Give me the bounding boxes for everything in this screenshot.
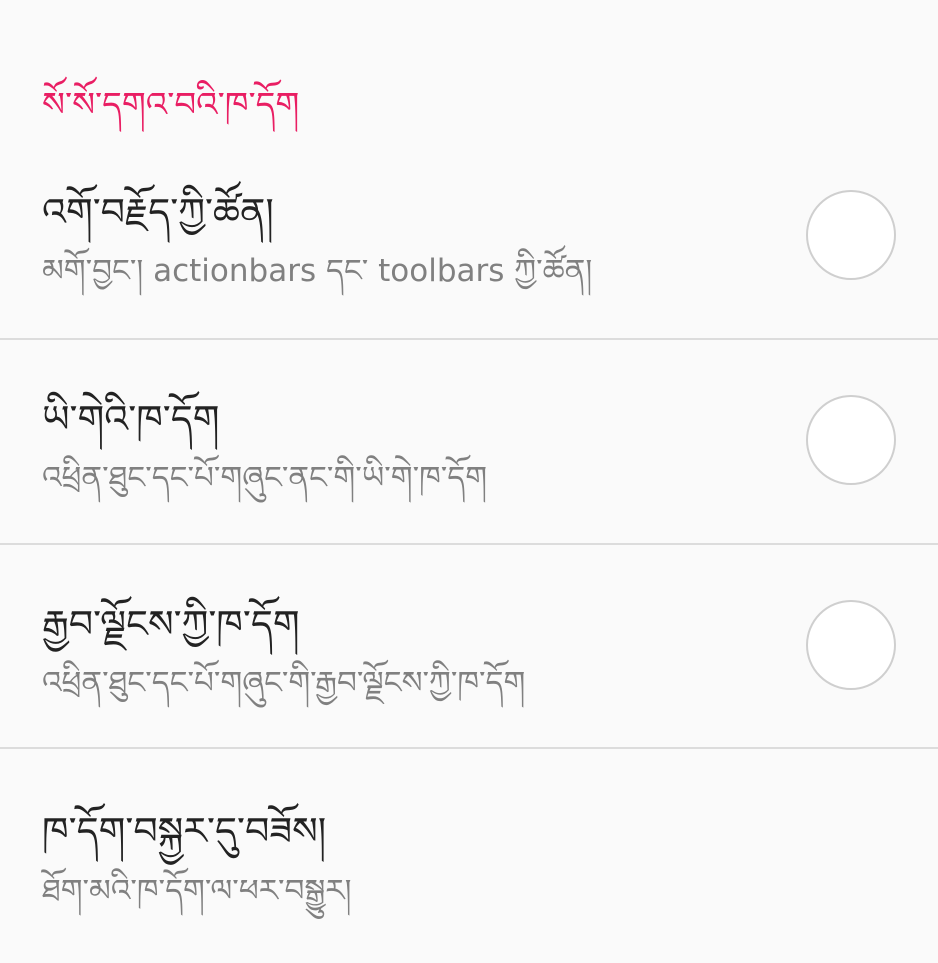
radio-button-header-color[interactable] — [806, 190, 896, 280]
item-title: འགོ་བརྗོད་ཀྱི་ཚོན། — [42, 190, 274, 234]
item-subtitle: མགོ་བྱང་། actionbars དང་ toolbars ཀྱི་ཚོ… — [42, 253, 593, 289]
item-subtitle: འཕྲིན་ཐུང་དང་པོ་གཞུང་ནང་གི་ཡི་གེ་ཁ་དོག — [42, 460, 488, 496]
radio-button-text-color[interactable] — [806, 395, 896, 485]
settings-list: འགོ་བརྗོད་ཀྱི་ཚོན། མགོ་བྱང་། actionbars … — [0, 135, 938, 959]
item-title: རྒྱབ་ལྗོངས་ཀྱི་ཁ་དོག — [42, 602, 300, 646]
item-subtitle: འཕྲིན་ཐུང་དང་པོ་གཞུང་གི་རྒྱབ་ལྗོངས་ཀྱི་ཁ… — [42, 665, 526, 701]
item-title: ཁ་དོག་བསྐྱར་དུ་བཟོས། — [42, 809, 327, 853]
list-item-header-color[interactable]: འགོ་བརྗོད་ཀྱི་ཚོན། མགོ་བྱང་། actionbars … — [0, 135, 938, 340]
list-item-reset-colors[interactable]: ཁ་དོག་བསྐྱར་དུ་བཟོས། ཐོག་མའི་ཁ་དོག་ལ་ཕར་… — [0, 749, 938, 959]
list-item-background-color[interactable]: རྒྱབ་ལྗོངས་ཀྱི་ཁ་དོག འཕྲིན་ཐུང་དང་པོ་གཞུ… — [0, 545, 938, 749]
item-title: ཡི་གེའི་ཁ་དོག — [42, 397, 220, 441]
radio-button-background-color[interactable] — [806, 600, 896, 690]
list-item-text-color[interactable]: ཡི་གེའི་ཁ་དོག འཕྲིན་ཐུང་དང་པོ་གཞུང་ནང་གི… — [0, 340, 938, 545]
section-header: སོ་སོ་དགའ་བའི་ཁ་དོག — [42, 85, 300, 125]
item-subtitle: ཐོག་མའི་ཁ་དོག་ལ་ཕར་བསྒྱུར། — [42, 873, 352, 909]
